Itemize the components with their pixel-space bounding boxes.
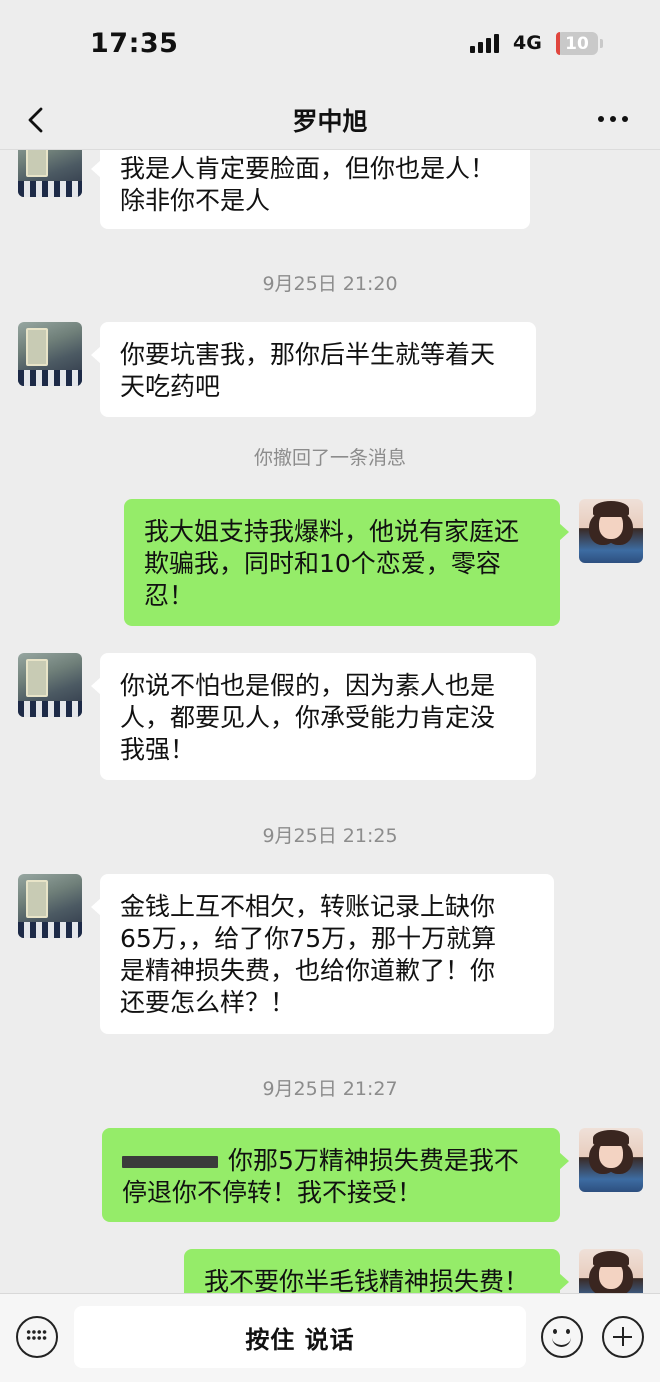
timestamp: 9月25日 21:27 (262, 1078, 398, 1100)
timestamp: 9月25日 21:25 (262, 825, 398, 847)
message-line: 你要坑害我，那你后半生就等着天 (120, 340, 496, 369)
message-line: 欺骗我，同时和10个恋爱，零容 (144, 549, 501, 578)
keyboard-icon[interactable] (16, 1316, 58, 1358)
contact-avatar[interactable] (18, 653, 82, 717)
nav-bar: 罗中旭 (0, 92, 660, 150)
incoming-message[interactable]: 你要坑害我，那你后半生就等着天 天吃药吧 (91, 322, 536, 417)
message-line: 我不要你半毛钱精神损失费！ (204, 1267, 530, 1293)
incoming-message[interactable]: 我是人肯定要脸面，但你也是人！ 除非你不是人 (91, 150, 530, 229)
battery-percent: 10 (565, 33, 589, 54)
message-line: 我强！ (120, 735, 196, 764)
emoji-icon[interactable] (541, 1316, 583, 1358)
message-line: 是精神损失费，也给你道歉了！你 (120, 956, 496, 985)
message-text: 你那5万精神损失费是我不 (228, 1146, 519, 1175)
message-line: 你那5万精神损失费是我不 (122, 1145, 540, 1177)
contact-avatar[interactable] (18, 874, 82, 938)
more-dots-icon[interactable] (598, 108, 638, 130)
my-avatar[interactable] (579, 1128, 643, 1192)
hold-to-talk-button[interactable]: 按住 说话 (74, 1306, 526, 1368)
my-avatar[interactable] (579, 499, 643, 563)
recall-notice: 你撤回了一条消息 (253, 447, 406, 469)
outgoing-message[interactable]: 我大姐支持我爆料，他说有家庭还 欺骗我，同时和10个恋爱，零容 忍！ (124, 499, 569, 626)
contact-avatar[interactable] (18, 150, 82, 197)
battery-level (556, 32, 560, 55)
incoming-message[interactable]: 金钱上互不相欠，转账记录上缺你 65万，，给了你75万，那十万就算 是精神损失费… (91, 874, 554, 1034)
contact-avatar[interactable] (18, 322, 82, 386)
network-label: 4G (513, 32, 542, 54)
message-line: 除非你不是人 (120, 186, 271, 215)
message-line: 金钱上互不相欠，转账记录上缺你 (120, 892, 496, 921)
status-time: 17:35 (90, 28, 179, 59)
message-list[interactable]: 我是人肯定要脸面，但你也是人！ 除非你不是人 9月25日 21:20 你要坑害我… (0, 150, 660, 1293)
status-bar: 17:35 4G 10 (0, 0, 660, 92)
battery-cap (600, 39, 603, 48)
battery-icon: 10 (556, 32, 598, 55)
message-line: 天吃药吧 (120, 372, 221, 401)
signal-icon (470, 33, 499, 53)
incoming-message[interactable]: 你说不怕也是假的，因为素人也是 人，都要见人，你承受能力肯定没 我强！ (91, 653, 536, 780)
message-line: 还要怎么样？！ (120, 988, 296, 1017)
message-line: 65万，，给了你75万，那十万就算 (120, 924, 497, 953)
input-bar: 按住 说话 (0, 1293, 660, 1382)
message-line: 停退你不停转！我不接受！ (122, 1178, 423, 1207)
outgoing-message[interactable]: 你那5万精神损失费是我不 停退你不停转！我不接受！ (102, 1128, 569, 1222)
message-line: 我是人肯定要脸面，但你也是人！ (120, 154, 496, 183)
chat-title: 罗中旭 (292, 107, 368, 136)
outgoing-message[interactable]: 我不要你半毛钱精神损失费！ (184, 1249, 569, 1293)
plus-icon[interactable] (602, 1316, 644, 1358)
message-line: 你说不怕也是假的，因为素人也是 (120, 671, 496, 700)
message-line: 我大姐支持我爆料，他说有家庭还 (144, 517, 520, 546)
message-line: 忍！ (144, 581, 195, 610)
timestamp: 9月25日 21:20 (262, 273, 398, 295)
redaction-mark (122, 1156, 218, 1168)
my-avatar[interactable] (579, 1249, 643, 1293)
message-line: 人，都要见人，你承受能力肯定没 (120, 703, 496, 732)
